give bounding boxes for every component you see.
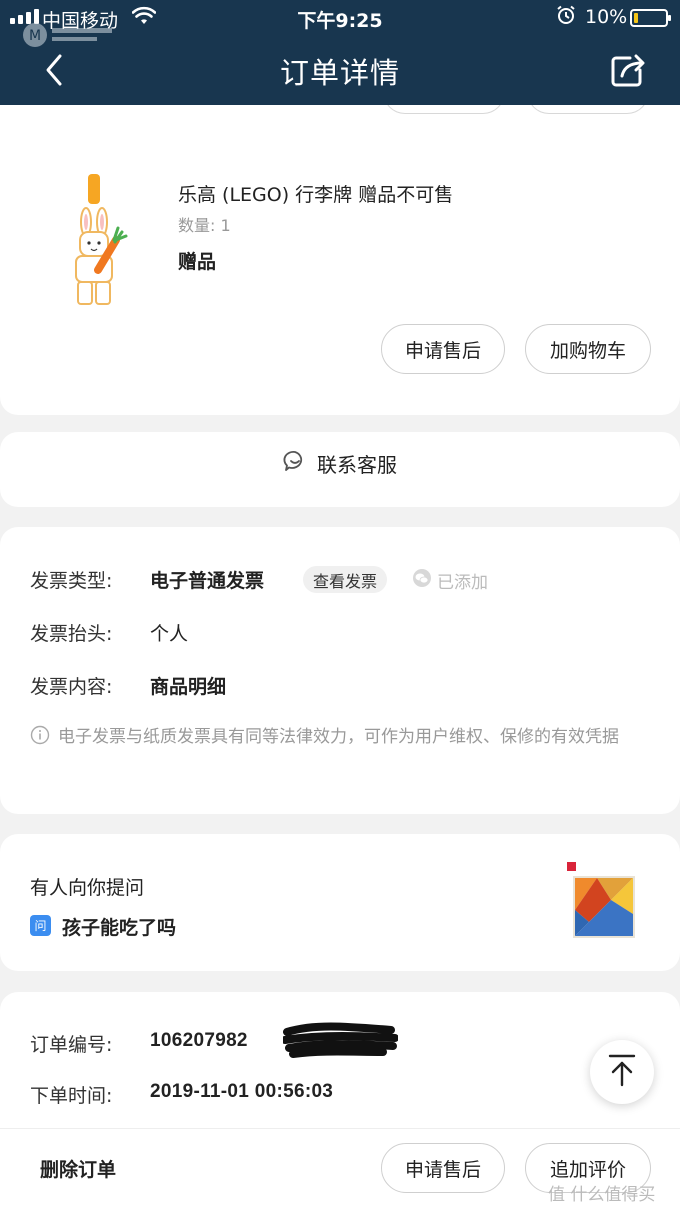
alarm-icon bbox=[556, 5, 576, 30]
invoice-title-label: 发票抬头: bbox=[30, 623, 113, 645]
back-to-top-button[interactable] bbox=[590, 1040, 654, 1104]
product-name[interactable]: 乐高 (LEGO) 行李牌 赠品不可售 bbox=[178, 180, 453, 207]
battery-percent: 10% bbox=[585, 6, 628, 28]
question-card-title: 有人向你提问 bbox=[30, 877, 145, 899]
wechat-icon bbox=[412, 568, 432, 593]
svg-text:M: M bbox=[29, 28, 41, 44]
top-bar: 中国移动 下午9:25 10% 订单详情 bbox=[0, 0, 680, 105]
delete-order-button[interactable]: 删除订单 bbox=[40, 1155, 116, 1182]
arrow-up-to-top-icon bbox=[607, 1053, 637, 1091]
invoice-note: 电子发票与纸质发票具有同等法律效力，可作为用户维权、保修的有效凭据 bbox=[58, 727, 619, 747]
contact-service-button[interactable]: 联系客服 bbox=[0, 449, 680, 478]
invoice-type-label: 发票类型: bbox=[30, 570, 113, 592]
page-title: 订单详情 bbox=[279, 56, 400, 90]
contact-service-label: 联系客服 bbox=[317, 453, 397, 477]
bottom-after-sale-button[interactable]: 申请售后 bbox=[381, 1143, 505, 1193]
invoice-content-value: 商品明细 bbox=[150, 676, 227, 698]
invoice-content-label: 发票内容: bbox=[30, 676, 113, 698]
battery-icon bbox=[630, 9, 671, 27]
info-icon bbox=[30, 725, 50, 745]
order-number-label: 订单编号: bbox=[30, 1034, 113, 1056]
share-icon[interactable] bbox=[608, 50, 648, 90]
redaction-scribble bbox=[281, 1022, 399, 1062]
invoice-type-value: 电子普通发票 bbox=[150, 570, 265, 592]
invoice-title-value: 个人 bbox=[150, 623, 189, 645]
order-time-label: 下单时间: bbox=[30, 1085, 113, 1107]
question-text[interactable]: 孩子能吃了吗 bbox=[62, 913, 176, 940]
chat-smile-icon bbox=[283, 449, 307, 478]
add-to-cart-button[interactable]: 加购物车 bbox=[525, 324, 651, 374]
added-label: 已添加 bbox=[437, 573, 488, 593]
related-product-thumbnail[interactable] bbox=[567, 862, 639, 942]
product-quantity: 数量: 1 bbox=[178, 216, 231, 235]
logo-watermark: M bbox=[22, 22, 117, 48]
order-time-value: 2019-11-01 00:56:03 bbox=[150, 1081, 334, 1102]
product-image[interactable] bbox=[60, 170, 130, 310]
added-status: 已添加 bbox=[412, 568, 488, 593]
gift-tag: 赠品 bbox=[178, 251, 217, 273]
view-invoice-button[interactable]: 查看发票 bbox=[303, 566, 388, 593]
order-number-value[interactable]: 106207982 bbox=[150, 1030, 248, 1052]
site-watermark: 值 什么值得买 bbox=[548, 1185, 656, 1205]
question-badge-icon: 问 bbox=[30, 915, 51, 936]
after-sale-button[interactable]: 申请售后 bbox=[381, 324, 505, 374]
